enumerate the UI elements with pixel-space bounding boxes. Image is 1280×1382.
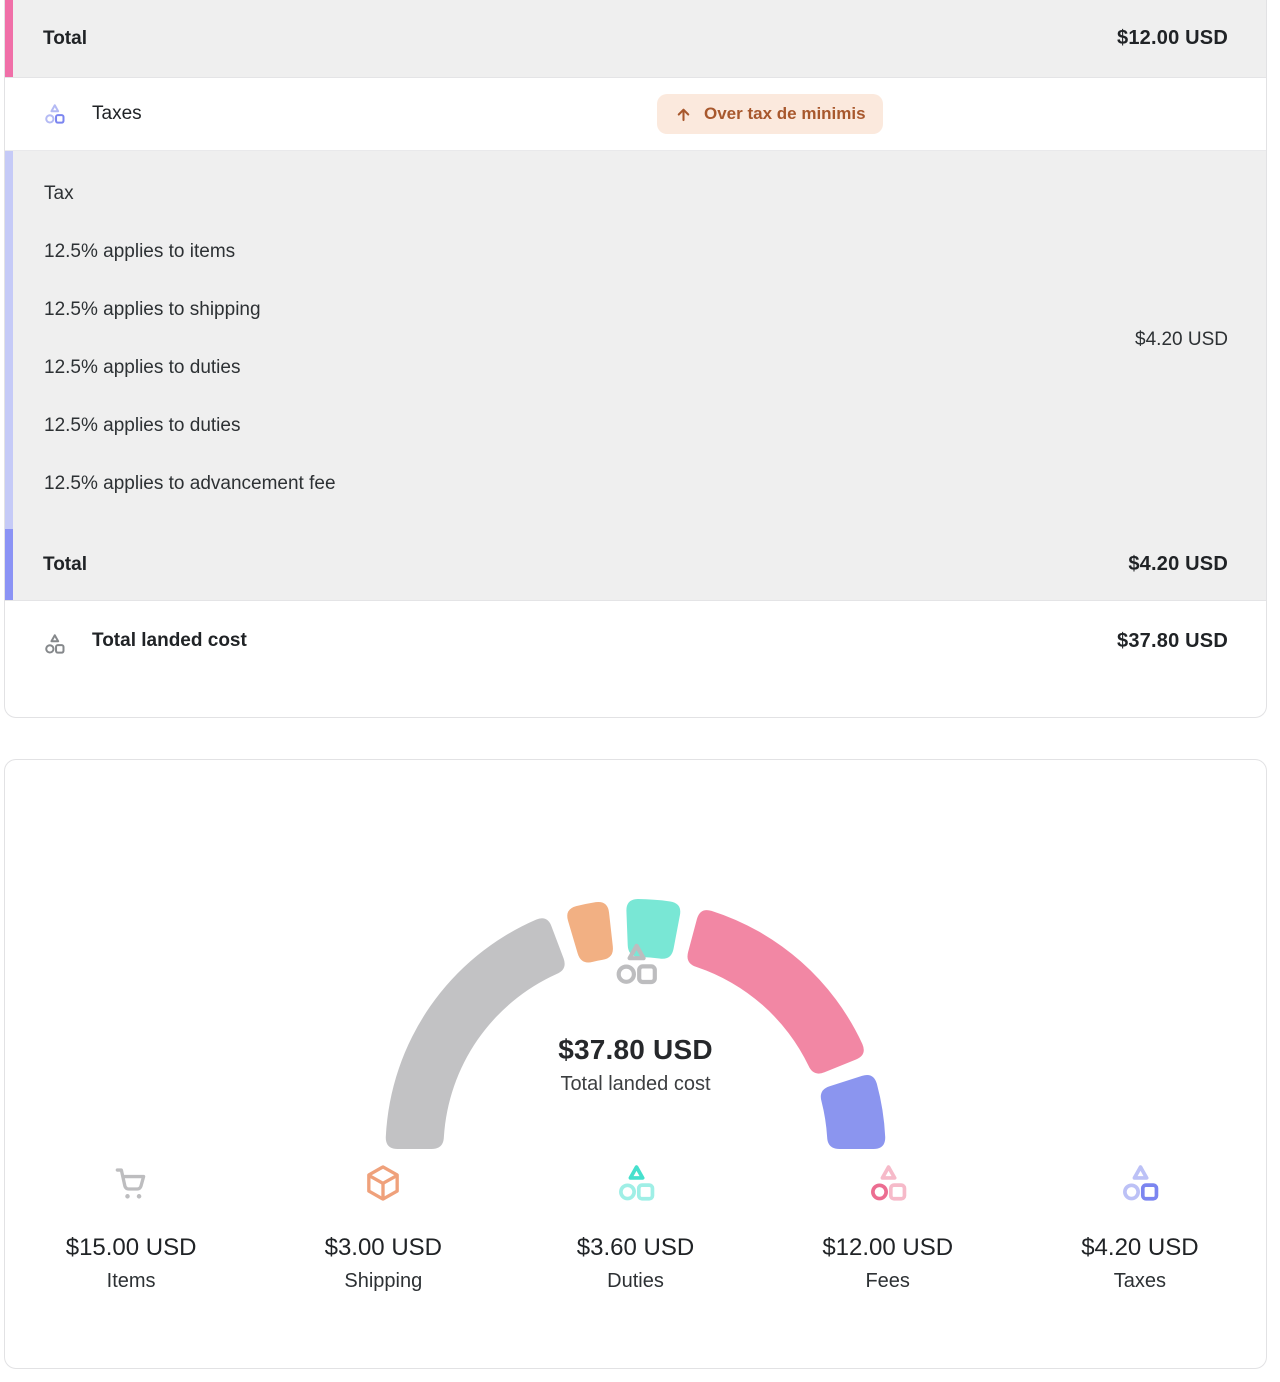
- duties-shapes-icon: [615, 1162, 657, 1204]
- cart-icon: [110, 1162, 152, 1204]
- stat-value: $15.00 USD: [5, 1234, 257, 1262]
- stat-duties: $3.60 USD Duties: [509, 1160, 761, 1293]
- stat-shipping: $3.00 USD Shipping: [257, 1160, 509, 1293]
- tax-amount: $4.20 USD: [1135, 329, 1228, 351]
- taxes-shapes-icon: [43, 103, 66, 125]
- over-de-minimis-badge: Over tax de minimis: [657, 94, 883, 134]
- tax-total-label: Total: [43, 554, 87, 576]
- gauge-arc: [5, 828, 1266, 1160]
- stat-taxes: $4.20 USD Taxes: [1014, 1160, 1266, 1293]
- tax-breakdown-header: Tax: [44, 165, 1228, 223]
- stat-label: Items: [5, 1270, 257, 1293]
- tax-accent-bar-strong: [5, 529, 13, 600]
- gauge-segment-fees: [687, 910, 863, 1073]
- landed-cost-panel: Total $12.00 USD Taxes Over tax de minim…: [0, 0, 1280, 1369]
- cost-summary-card: Total $12.00 USD Taxes Over tax de minim…: [4, 0, 1267, 718]
- taxes-row[interactable]: Taxes Over tax de minimis: [5, 78, 1266, 151]
- tax-accent-bar-light: [5, 151, 13, 529]
- gauge-segment-shipping: [567, 902, 613, 962]
- gauge-chart: $37.80 USD Total landed cost: [5, 828, 1266, 1160]
- stat-items: $15.00 USD Items: [5, 1160, 257, 1293]
- stat-label: Taxes: [1014, 1270, 1266, 1293]
- tax-rule-line: 12.5% applies to shipping: [44, 281, 1228, 339]
- stat-value: $4.20 USD: [1014, 1234, 1266, 1262]
- landed-cost-row: Total landed cost $37.80 USD: [5, 601, 1266, 713]
- gauge-segment-duties: [626, 899, 680, 959]
- landed-cost-icon: [43, 633, 66, 655]
- tax-rule-line: 12.5% applies to items: [44, 223, 1228, 281]
- fees-shapes-icon: [867, 1162, 909, 1204]
- taxes-stat-shapes-icon: [1119, 1162, 1161, 1204]
- stat-fees: $12.00 USD Fees: [762, 1160, 1014, 1293]
- cost-stats-row: $15.00 USD Items $3.00 USD Shipping: [5, 1160, 1266, 1293]
- tax-rule-line: 12.5% applies to duties: [44, 339, 1228, 397]
- stat-value: $3.00 USD: [257, 1234, 509, 1262]
- fees-accent-bar: [5, 0, 13, 77]
- arrow-up-icon: [674, 105, 693, 124]
- tax-rule-line: 12.5% applies to advancement fee: [44, 455, 1228, 513]
- landed-cost-label: Total landed cost: [92, 630, 247, 652]
- tax-breakdown-section: Tax 12.5% applies to items 12.5% applies…: [5, 151, 1266, 529]
- fees-total-row: Total $12.00 USD: [5, 0, 1266, 78]
- stat-label: Duties: [509, 1270, 761, 1293]
- stat-label: Shipping: [257, 1270, 509, 1293]
- fees-total-value: $12.00 USD: [1117, 27, 1228, 50]
- tax-total-value: $4.20 USD: [1128, 553, 1228, 576]
- stat-value: $12.00 USD: [762, 1234, 1014, 1262]
- taxes-label: Taxes: [92, 103, 142, 125]
- package-icon: [362, 1162, 404, 1204]
- stat-label: Fees: [762, 1270, 1014, 1293]
- tax-rule-line: 12.5% applies to duties: [44, 397, 1228, 455]
- stat-value: $3.60 USD: [509, 1234, 761, 1262]
- tax-total-row: Total $4.20 USD: [5, 529, 1266, 601]
- landed-cost-value: $37.80 USD: [1117, 630, 1228, 653]
- badge-label: Over tax de minimis: [704, 104, 866, 124]
- fees-total-label: Total: [43, 28, 87, 50]
- cost-gauge-card: $37.80 USD Total landed cost $15.00 USD …: [4, 759, 1267, 1369]
- gauge-segment-items: [386, 918, 565, 1149]
- gauge-segment-taxes: [821, 1075, 885, 1149]
